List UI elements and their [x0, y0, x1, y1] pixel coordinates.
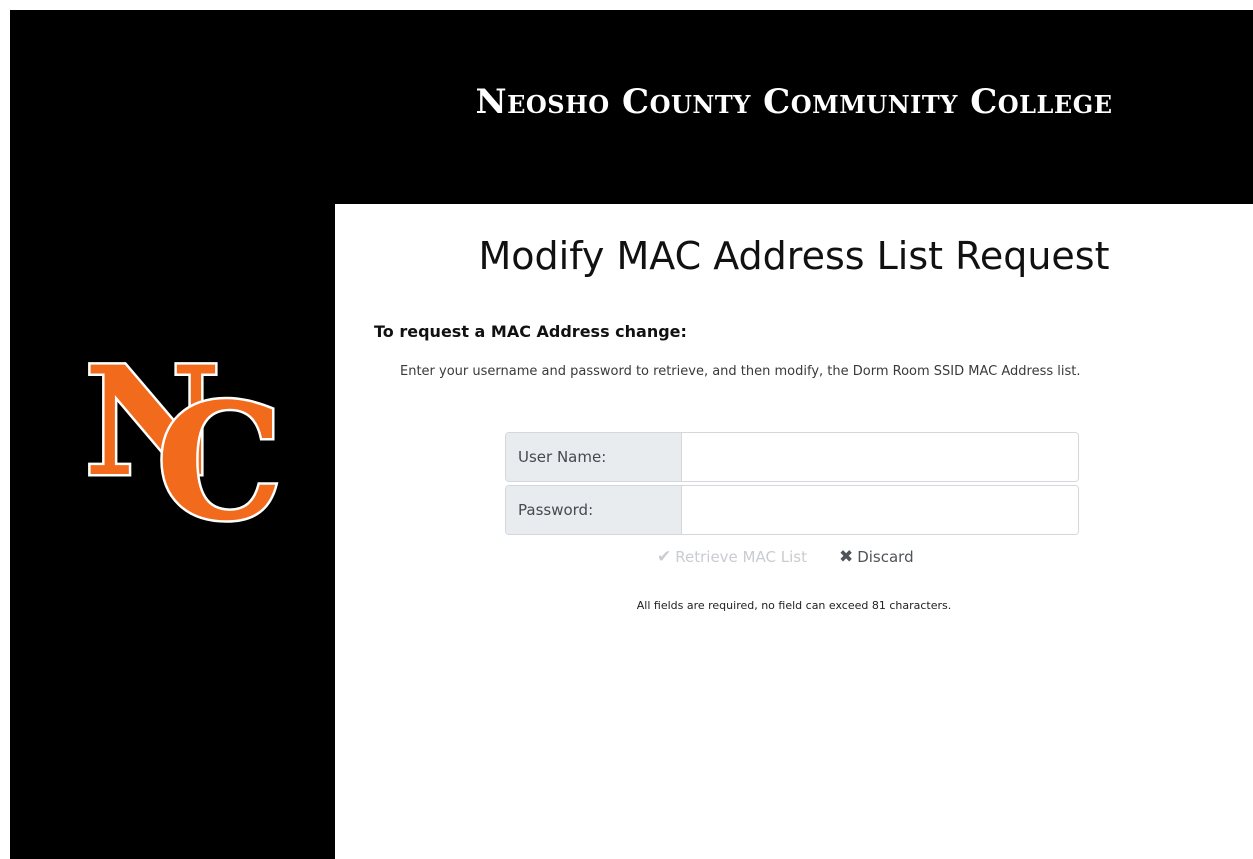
x-icon: ✖ — [838, 546, 854, 567]
instructions-text: Enter your username and password to retr… — [400, 364, 1081, 379]
section-heading: To request a MAC Address change: — [374, 322, 687, 341]
college-name: Neosho County Community College — [475, 82, 1113, 122]
svg-text:C: C — [156, 368, 283, 528]
retrieve-label: Retrieve MAC List — [675, 548, 807, 566]
form-actions: ✔ Retrieve MAC List ✖ Discard — [657, 548, 914, 566]
requirements-note: All fields are required, no field can ex… — [636, 599, 952, 612]
username-input[interactable] — [682, 433, 1078, 481]
page: Neosho County Community College N C Modi… — [0, 0, 1253, 859]
nc-monogram-icon: N C — [82, 332, 286, 559]
password-input[interactable] — [682, 486, 1078, 534]
username-row: User Name: — [505, 432, 1079, 482]
checkmark-icon: ✔ — [657, 546, 672, 567]
password-row: Password: — [505, 485, 1079, 535]
discard-button[interactable]: ✖ Discard — [839, 548, 914, 566]
main-content: Modify MAC Address List Request To reque… — [335, 204, 1253, 859]
discard-label: Discard — [857, 548, 914, 566]
college-logo: N C — [78, 332, 286, 559]
username-label: User Name: — [506, 433, 682, 481]
password-label: Password: — [506, 486, 682, 534]
retrieve-mac-list-button[interactable]: ✔ Retrieve MAC List — [657, 548, 807, 566]
page-title: Modify MAC Address List Request — [478, 234, 1110, 278]
